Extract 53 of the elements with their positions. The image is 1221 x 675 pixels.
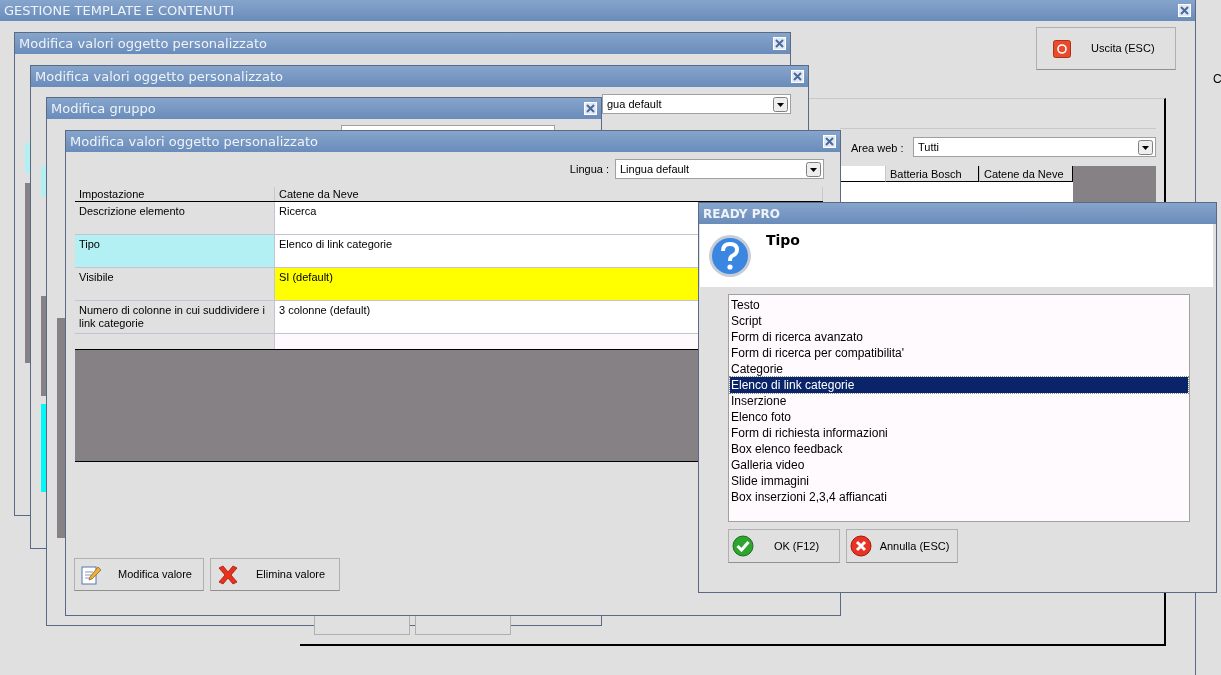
window-title: Modifica valori oggetto personalizzato bbox=[70, 132, 318, 151]
options-list[interactable] bbox=[728, 294, 1190, 522]
dropdown[interactable]: gua default bbox=[602, 94, 791, 114]
window-title: Modifica valori oggetto personalizzato bbox=[35, 67, 283, 86]
pencil-note-icon bbox=[80, 563, 102, 586]
list-item[interactable]: Categorie bbox=[730, 361, 1188, 377]
table-cell[interactable]: Visibile bbox=[75, 268, 275, 300]
list-item[interactable]: Slide immagini bbox=[730, 473, 1188, 489]
side-label: C bbox=[1213, 71, 1221, 88]
check-icon bbox=[732, 535, 754, 557]
close-icon[interactable] bbox=[773, 37, 786, 50]
caret-icon bbox=[1138, 139, 1153, 155]
list-item[interactable]: Inserzione bbox=[730, 393, 1188, 409]
list-item[interactable]: Form di ricerca per compatibilita' bbox=[730, 345, 1188, 361]
close-icon[interactable] bbox=[584, 102, 597, 115]
language-label: Lingua : bbox=[569, 161, 609, 177]
cancel-button[interactable]: Annulla (ESC) bbox=[846, 529, 958, 563]
window-title: Modifica gruppo bbox=[51, 99, 156, 118]
list-item[interactable]: Form di richiesta informazioni bbox=[730, 425, 1188, 441]
column-header: Batteria Bosch bbox=[885, 166, 979, 182]
list-item[interactable]: Box elenco feedback bbox=[730, 441, 1188, 457]
power-icon bbox=[1053, 39, 1071, 58]
delete-button[interactable]: Elimina valore bbox=[210, 558, 340, 591]
window-title: Modifica valori oggetto personalizzato bbox=[19, 34, 267, 53]
close-icon[interactable] bbox=[791, 70, 804, 83]
list-item[interactable]: Elenco di link categorie bbox=[730, 377, 1188, 393]
window-title: READY PRO bbox=[703, 205, 780, 223]
column-header: Catene da Neve bbox=[979, 166, 1073, 182]
caret-icon bbox=[773, 96, 788, 112]
question-icon bbox=[708, 234, 752, 278]
close-icon[interactable] bbox=[1178, 4, 1191, 17]
button[interactable] bbox=[415, 615, 511, 635]
area-web-label: Area web : bbox=[851, 141, 904, 156]
column-header: Impostazione bbox=[75, 187, 275, 201]
dropdown[interactable]: Tutti bbox=[913, 137, 1156, 157]
list-item[interactable]: Elenco foto bbox=[730, 409, 1188, 425]
close-icon[interactable] bbox=[823, 135, 836, 148]
list-item[interactable]: Galleria video bbox=[730, 457, 1188, 473]
exit-button[interactable]: Uscita (ESC) bbox=[1036, 27, 1176, 70]
table-cell[interactable]: Descrizione elemento bbox=[75, 202, 275, 234]
table-cell[interactable]: Tipo bbox=[75, 235, 275, 267]
dropdown[interactable]: Lingua default bbox=[615, 159, 824, 179]
list-item[interactable]: Box inserzioni 2,3,4 affiancati bbox=[730, 489, 1188, 505]
column-header: Catene da Neve bbox=[275, 187, 823, 201]
edit-button[interactable]: Modifica valore bbox=[74, 558, 204, 591]
button[interactable] bbox=[314, 615, 410, 635]
ok-button[interactable]: OK (F12) bbox=[728, 529, 840, 563]
cancel-icon bbox=[850, 535, 872, 557]
window-title: GESTIONE TEMPLATE E CONTENUTI bbox=[4, 1, 235, 20]
table-cell[interactable] bbox=[75, 334, 275, 349]
caret-icon bbox=[806, 161, 821, 177]
cross-icon bbox=[216, 563, 240, 586]
table-cell[interactable]: Numero di colonne in cui suddividere i link categorie bbox=[75, 301, 275, 333]
